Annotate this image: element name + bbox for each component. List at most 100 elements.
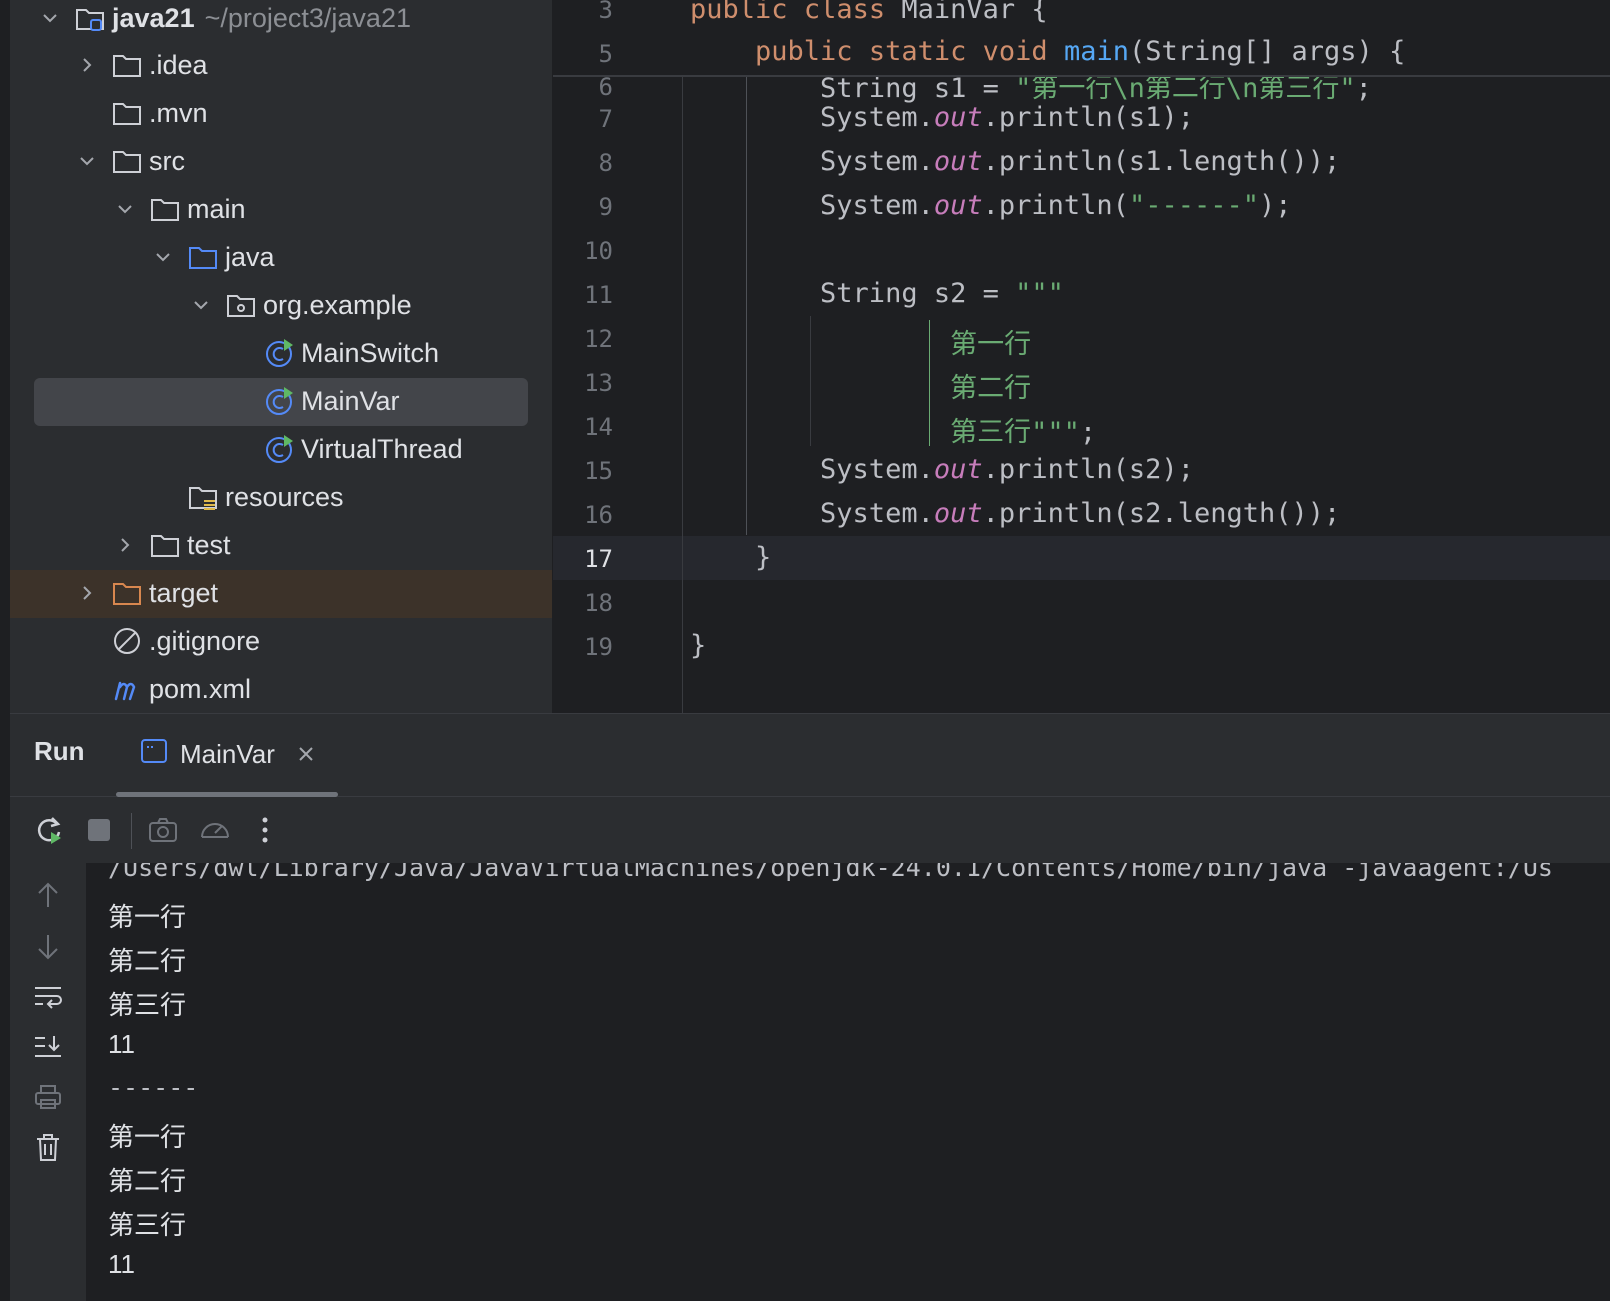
line-number: 7 [598, 105, 613, 133]
project-tree: java21 ~/project3/java21 .idea .mvn src [10, 0, 552, 713]
tree-item-virtualthread[interactable]: VirtualThread [225, 425, 552, 473]
profiler-icon[interactable] [196, 811, 234, 849]
chevron-right-icon[interactable] [111, 531, 139, 559]
project-path: ~/project3/java21 [204, 2, 411, 33]
console-line: 11 [108, 1029, 135, 1059]
sticky-code-line: public static void main(String[] args) { [755, 36, 1406, 67]
module-folder-icon [74, 2, 106, 34]
folder-icon [111, 97, 143, 129]
line-number: 11 [584, 281, 613, 309]
chevron-right-icon[interactable] [73, 579, 101, 607]
resources-folder-icon [187, 481, 219, 513]
tree-item-pom[interactable]: pom.xml [73, 665, 552, 713]
code-line: 第二行 [950, 373, 1032, 404]
code-line: } [690, 630, 707, 661]
scroll-to-end-icon[interactable] [28, 1027, 68, 1067]
tree-item-target[interactable]: target [73, 569, 552, 617]
arrow-up-icon[interactable] [28, 875, 68, 915]
code-line: System.out.println(s1); [690, 102, 1194, 133]
line-number: 5 [598, 40, 613, 68]
tree-item-main[interactable]: main [111, 185, 552, 233]
console-line: /Users/dwl/Library/Java/JavaVirtualMachi… [108, 863, 1553, 882]
tree-item-label: src [149, 145, 185, 176]
excluded-folder-icon [111, 577, 143, 609]
tree-item-label: java [225, 241, 275, 272]
tree-item-label: test [187, 529, 231, 560]
tree-item-src[interactable]: src [73, 137, 552, 185]
tree-item-label: resources [225, 481, 344, 512]
run-toolbar [10, 797, 1610, 863]
chevron-right-icon[interactable] [73, 51, 101, 79]
tree-item-test[interactable]: test [111, 521, 552, 569]
code-line: System.out.println(s2.length()); [690, 498, 1341, 529]
code-line: } [690, 542, 772, 573]
line-number: 15 [584, 457, 613, 485]
tree-item-mvn[interactable]: .mvn [73, 89, 552, 137]
line-number: 9 [598, 193, 613, 221]
sticky-code-line: public class MainVar { [690, 0, 1048, 25]
chevron-down-icon[interactable] [73, 147, 101, 175]
tree-item-label: .gitignore [149, 625, 261, 656]
code-line: System.out.println(s1.length()); [690, 146, 1341, 177]
tree-item-label: MainSwitch [301, 337, 440, 368]
tab-mainvar[interactable]: MainVar [140, 732, 315, 776]
tab-label: MainVar [180, 738, 275, 769]
tree-item-label: main [187, 193, 246, 224]
line-number: 18 [584, 589, 613, 617]
tree-item-idea[interactable]: .idea [73, 41, 552, 89]
toolbar-separator [131, 813, 132, 849]
line-number: 16 [584, 501, 613, 529]
arrow-down-icon[interactable] [28, 927, 68, 967]
code-line: 第一行 [950, 329, 1032, 360]
trash-icon[interactable] [28, 1127, 68, 1167]
print-icon[interactable] [28, 1077, 68, 1117]
tree-item-org-example[interactable]: org.example [187, 281, 552, 329]
console-line: ------ [108, 1073, 199, 1102]
run-tool-window: Run MainVar /Users/dwl/Library/Java/Java… [10, 713, 1610, 1301]
tree-item-gitignore[interactable]: .gitignore [73, 617, 552, 665]
chevron-down-icon[interactable] [149, 243, 177, 271]
stop-icon[interactable] [80, 811, 118, 849]
line-number: 13 [584, 369, 613, 397]
tree-item-mainvar[interactable]: MainVar [225, 377, 552, 425]
tree-item-label: target [149, 577, 219, 608]
line-number: 14 [584, 413, 613, 441]
code-line: 第三行"""; [950, 417, 1097, 448]
folder-icon [149, 529, 181, 561]
line-number: 6 [598, 73, 613, 101]
ignored-file-icon [111, 625, 143, 657]
rerun-icon[interactable] [30, 811, 68, 849]
java-class-run-icon [263, 337, 295, 369]
more-icon[interactable] [246, 811, 284, 849]
java-class-run-icon [263, 385, 295, 417]
console-tab-icon [140, 738, 168, 771]
console-line: 第一行 [108, 902, 187, 932]
left-window-edge [0, 0, 10, 1300]
console-output[interactable]: /Users/dwl/Library/Java/JavaVirtualMachi… [86, 863, 1610, 1301]
tree-item-java[interactable]: java [149, 233, 552, 281]
tree-item-mainswitch[interactable]: MainSwitch [225, 329, 552, 377]
chevron-down-icon[interactable] [187, 291, 215, 319]
tree-item-resources[interactable]: resources [149, 473, 552, 521]
line-number: 10 [584, 237, 613, 265]
tree-item-label: .idea [149, 49, 208, 80]
code-editor[interactable]: 6 7 8 9 10 11 12 13 14 15 16 17 18 19 St… [553, 0, 1610, 713]
camera-icon[interactable] [144, 811, 182, 849]
line-number: 3 [598, 0, 613, 24]
line-number: 12 [584, 325, 613, 353]
sticky-lines[interactable]: 3 5 public class MainVar { public static… [553, 0, 1610, 77]
chevron-down-icon[interactable] [36, 4, 64, 32]
tree-item-label: MainVar [301, 385, 400, 416]
soft-wrap-icon[interactable] [28, 977, 68, 1017]
close-icon[interactable] [297, 739, 315, 770]
tree-item-label: org.example [263, 289, 412, 320]
line-number: 8 [598, 149, 613, 177]
tree-item-java21[interactable]: java21 ~/project3/java21 [36, 0, 552, 42]
code-line: String s2 = """ [690, 278, 1064, 309]
chevron-down-icon[interactable] [111, 195, 139, 223]
console-line: 第三行 [108, 990, 187, 1020]
tree-item-label: VirtualThread [301, 433, 463, 464]
folder-icon [149, 193, 181, 225]
gutter-separator [682, 0, 683, 713]
tree-item-label: .mvn [149, 97, 208, 128]
